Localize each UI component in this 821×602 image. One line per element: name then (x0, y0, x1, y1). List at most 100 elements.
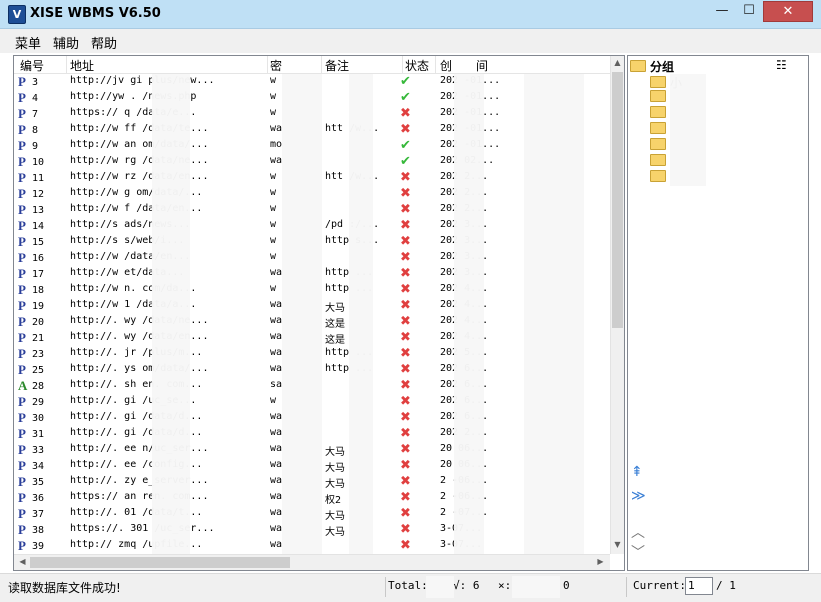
script-type-icon: P (18, 458, 26, 473)
script-type-icon: P (18, 218, 26, 233)
script-type-icon: P (18, 394, 26, 409)
row-id: P 37 (18, 506, 45, 521)
current-label: Current: (633, 579, 686, 592)
script-type-icon: P (18, 298, 26, 313)
scroll-up-icon[interactable]: ▲ (611, 58, 624, 67)
header-created[interactable]: 创 (440, 57, 452, 74)
menu-item-assist[interactable]: 辅助 (53, 33, 79, 52)
row-id: P 11 (18, 170, 45, 185)
cross-icon: ✖ (400, 394, 411, 409)
check-icon: ✔ (400, 138, 411, 153)
group-root[interactable]: 分组 (630, 58, 674, 75)
script-type-icon: P (18, 426, 26, 441)
script-type-icon: P (18, 90, 26, 105)
horizontal-scrollbar[interactable]: ◀ ▶ (14, 554, 610, 570)
row-id: P 29 (18, 394, 45, 409)
chevron-up-icon[interactable]: ︿ (631, 522, 645, 542)
script-type-icon: P (18, 266, 26, 281)
group-item[interactable] (650, 122, 670, 136)
double-right-icon[interactable]: ≫ (631, 488, 646, 504)
group-item[interactable] (650, 106, 670, 120)
script-type-icon: P (18, 346, 26, 361)
cross-icon: ✖ (400, 202, 411, 217)
row-id: P 35 (18, 474, 45, 489)
scroll-left-icon[interactable]: ◀ (16, 557, 29, 566)
row-id: P4 (18, 90, 39, 105)
row-id: P 36 (18, 490, 45, 505)
chevron-down-icon[interactable]: ﹀ (631, 542, 645, 562)
cross-icon: ✖ (400, 218, 411, 233)
cross-icon: ✖ (400, 458, 411, 473)
script-type-icon: P (18, 74, 26, 89)
scroll-down-icon[interactable]: ▼ (611, 540, 624, 549)
cross-icon: ✖ (400, 378, 411, 393)
vertical-scrollbar[interactable]: ▲ ▼ (610, 56, 624, 554)
header-password[interactable]: 密 (270, 57, 282, 74)
row-id: A 28 (18, 378, 45, 393)
menu-bar: 菜单 辅助 帮助 (0, 29, 821, 53)
status-message: 读取数据库文件成功! (8, 581, 121, 595)
row-id: P 20 (18, 314, 45, 329)
row-id: P 19 (18, 298, 45, 313)
row-id: P 23 (18, 346, 45, 361)
cross-icon: ✖ (400, 474, 411, 489)
script-type-icon: P (18, 474, 26, 489)
cross-icon: ✖ (400, 282, 411, 297)
current-page-input[interactable]: 1 (685, 577, 713, 595)
script-type-icon: P (18, 250, 26, 265)
move-top-icon[interactable]: ⇞ (631, 464, 643, 480)
menu-item-help[interactable]: 帮助 (91, 33, 117, 52)
script-type-icon: P (18, 490, 26, 505)
cross-icon: ✖ (400, 314, 411, 329)
script-type-icon: A (18, 378, 28, 393)
header-id[interactable]: 编号 (20, 57, 44, 74)
folder-icon (650, 106, 666, 118)
cross-icon: ✖ (400, 250, 411, 265)
row-id: P9 (18, 138, 39, 153)
total-label: Total: (388, 579, 428, 592)
close-button[interactable]: ✕ (763, 1, 813, 22)
row-id: P 21 (18, 330, 45, 345)
header-time[interactable]: 间 (476, 57, 488, 74)
script-type-icon: P (18, 282, 26, 297)
group-panel[interactable]: 分组 ☷ 小 ⇞ ≫ ︿ ﹀ (627, 55, 809, 571)
group-item[interactable] (650, 90, 670, 104)
cross-icon: ✖ (400, 234, 411, 249)
menu-item-main[interactable]: 菜单 (15, 33, 41, 52)
site-list[interactable]: 编号 地址 密 备注 状态 创 间 P 3 http://jv gi plus/ne… (13, 55, 625, 571)
group-item[interactable] (650, 170, 670, 184)
minimize-button[interactable]: — (709, 1, 735, 20)
group-item[interactable] (650, 138, 670, 152)
check-icon: ✔ (400, 90, 411, 105)
header-url[interactable]: 地址 (70, 57, 94, 74)
cross-icon: ✖ (400, 426, 411, 441)
script-type-icon: P (18, 410, 26, 425)
ok-count: √: 6 (453, 579, 480, 592)
horizontal-scroll-thumb[interactable] (30, 557, 290, 568)
page-count: / 1 (716, 579, 736, 592)
folder-icon (650, 170, 666, 182)
cross-icon: ✖ (400, 442, 411, 457)
cross-icon: ✖ (400, 506, 411, 521)
header-note[interactable]: 备注 (325, 57, 349, 74)
cross-icon: ✖ (400, 362, 411, 377)
row-id: P 39 (18, 538, 45, 553)
fail-count: ×: (498, 579, 512, 592)
row-id: P 16 (18, 250, 45, 265)
vertical-scroll-thumb[interactable] (612, 72, 623, 328)
group-item[interactable] (650, 154, 670, 168)
row-id: P 14 (18, 218, 45, 233)
list-view-icon[interactable]: ☷ (776, 58, 787, 72)
header-status[interactable]: 状态 (405, 57, 429, 74)
folder-icon (650, 154, 666, 166)
cross-icon: ✖ (400, 298, 411, 313)
cross-icon: ✖ (400, 122, 411, 137)
scroll-right-icon[interactable]: ▶ (594, 557, 607, 566)
folder-icon (650, 138, 666, 150)
title-bar: V XISE WBMS V6.50 — ☐ ✕ (0, 0, 821, 29)
row-id: P 15 (18, 234, 45, 249)
script-type-icon: P (18, 106, 26, 121)
maximize-button[interactable]: ☐ (736, 1, 762, 20)
folder-icon (650, 90, 666, 102)
cross-icon: ✖ (400, 106, 411, 121)
